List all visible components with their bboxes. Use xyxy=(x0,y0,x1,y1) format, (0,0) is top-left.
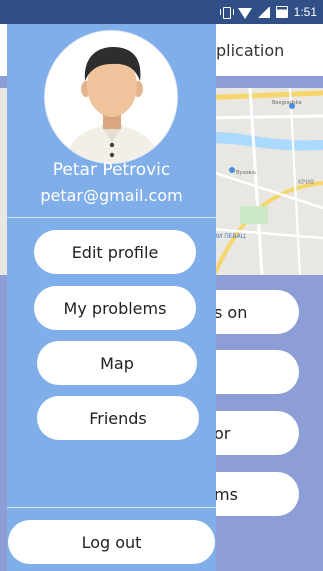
avatar[interactable] xyxy=(44,30,178,164)
edit-profile-button[interactable]: Edit profile xyxy=(34,230,196,274)
navigation-drawer: Petar Petrovic petar@gmail.com Edit prof… xyxy=(7,24,216,571)
user-name: Petar Petrovic xyxy=(52,160,171,180)
user-email: petar@gmail.com xyxy=(40,186,183,205)
log-out-button[interactable]: Log out xyxy=(8,520,215,564)
my-problems-button[interactable]: My problems xyxy=(34,286,196,330)
drawer-divider-top xyxy=(7,217,216,218)
battery-icon xyxy=(275,6,288,18)
status-time: 1:51 xyxy=(293,5,317,19)
signal-icon xyxy=(257,6,270,18)
drawer-divider-bottom xyxy=(7,507,216,508)
vibrate-icon xyxy=(219,6,234,19)
screen: 1:51 plication Beogradska Вуховљ KРИВ ЗИ… xyxy=(0,0,323,571)
user-avatar-icon xyxy=(45,31,177,163)
friends-button[interactable]: Friends xyxy=(37,396,199,440)
status-bar: 1:51 xyxy=(0,0,323,24)
map-button[interactable]: Map xyxy=(37,341,197,385)
wifi-icon xyxy=(237,8,252,20)
